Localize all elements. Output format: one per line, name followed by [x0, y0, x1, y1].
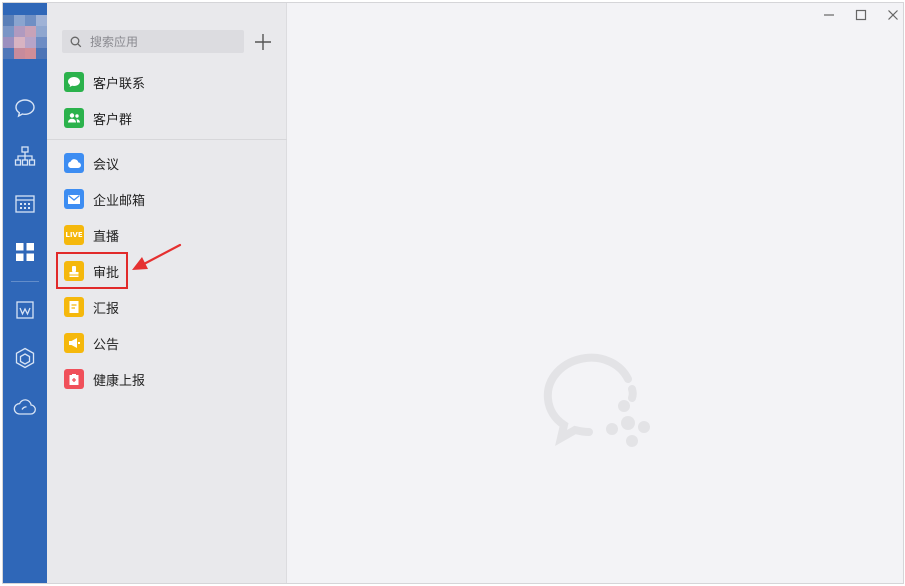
app-item-label: 会议 — [93, 157, 120, 173]
calendar-icon[interactable] — [13, 192, 37, 216]
app-item-customer-contact[interactable]: 客户联系 — [59, 67, 259, 97]
avatar[interactable] — [3, 15, 47, 59]
search-input[interactable] — [90, 34, 230, 49]
chat-bubble-icon — [64, 72, 84, 92]
app-item-label: 企业邮箱 — [93, 193, 146, 209]
app-item-label: 汇报 — [93, 301, 120, 317]
app-item-label: 直播 — [93, 229, 120, 245]
app-window: 客户联系 客户群 会议 企业邮箱 LIVE 直播 — [2, 2, 904, 584]
wecom-logo-icon — [543, 353, 650, 447]
arrow-annotation — [132, 243, 182, 270]
rail-divider — [11, 281, 39, 282]
health-icon — [64, 369, 84, 389]
live-icon: LIVE — [64, 225, 84, 245]
app-item-health-report[interactable]: 健康上报 — [59, 364, 259, 394]
main-content — [288, 3, 903, 583]
app-item-label: 客户联系 — [93, 76, 146, 92]
app-item-label: 健康上报 — [93, 373, 146, 389]
app-item-label: 客户群 — [93, 112, 133, 128]
doc-icon[interactable] — [13, 298, 37, 322]
plus-icon[interactable] — [254, 33, 272, 51]
search-box[interactable] — [62, 30, 244, 53]
magnifier-icon — [70, 36, 82, 47]
cloud-meeting-icon — [64, 153, 84, 173]
app-item-report[interactable]: 汇报 — [59, 292, 259, 322]
close-icon[interactable] — [886, 8, 900, 22]
cube-icon[interactable] — [13, 346, 37, 370]
app-item-enterprise-mail[interactable]: 企业邮箱 — [59, 184, 259, 214]
report-icon — [64, 297, 84, 317]
app-item-announcement[interactable]: 公告 — [59, 328, 259, 358]
group-divider — [47, 139, 287, 140]
app-item-meeting[interactable]: 会议 — [59, 148, 259, 178]
group-icon — [64, 108, 84, 128]
maximize-icon[interactable] — [854, 8, 868, 22]
mail-icon — [64, 189, 84, 209]
apps-grid-icon[interactable] — [13, 240, 37, 264]
cloud-icon[interactable] — [13, 395, 37, 419]
nav-rail — [3, 3, 47, 583]
minimize-icon[interactable] — [822, 8, 836, 22]
chat-icon[interactable] — [13, 96, 37, 120]
app-item-customer-group[interactable]: 客户群 — [59, 103, 259, 133]
app-list-panel: 客户联系 客户群 会议 企业邮箱 LIVE 直播 — [47, 3, 287, 583]
highlight-box — [56, 252, 128, 289]
org-chart-icon[interactable] — [13, 144, 37, 168]
megaphone-icon — [64, 333, 84, 353]
app-item-label: 公告 — [93, 337, 120, 353]
